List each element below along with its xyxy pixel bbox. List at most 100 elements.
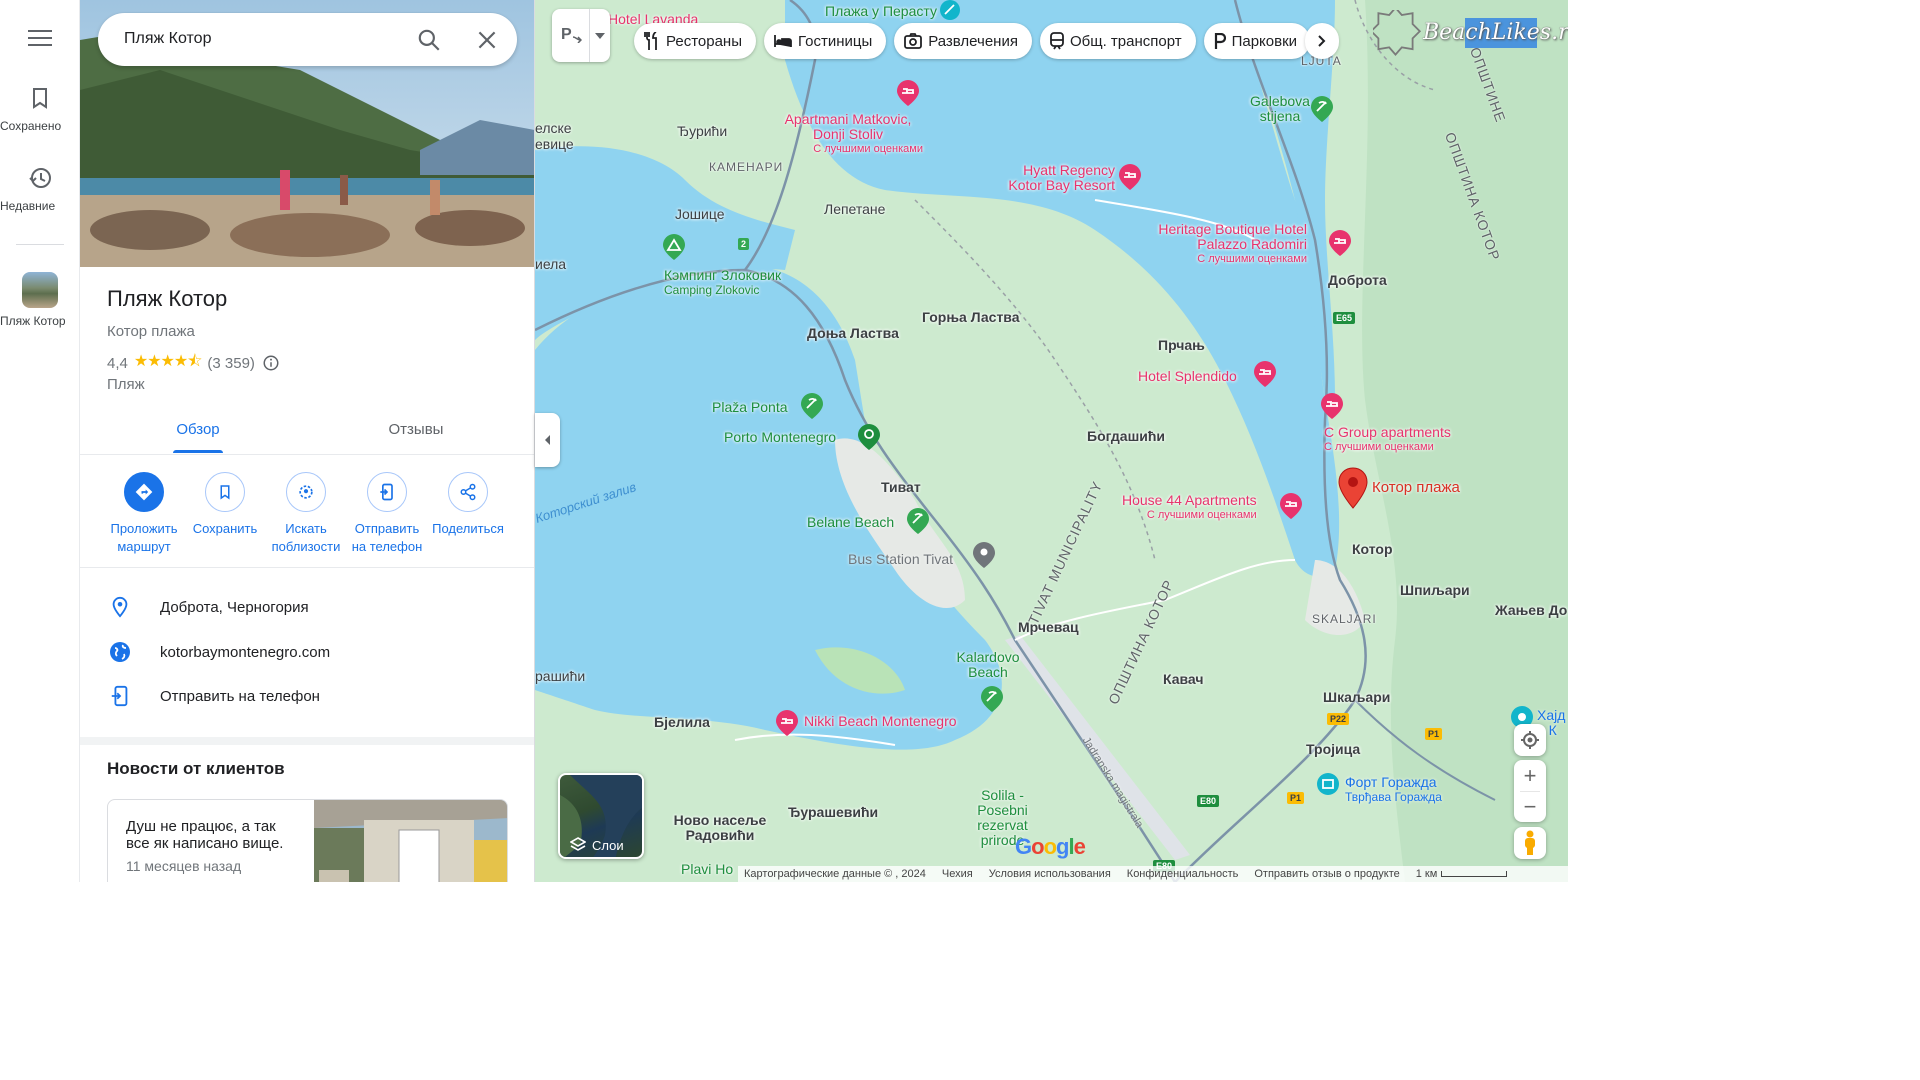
send-to-phone-row[interactable]: Отправить на телефон [107, 682, 320, 710]
footer-terms-link[interactable]: Условия использования [989, 868, 1111, 880]
layers-label-wrap: Слои [570, 837, 624, 853]
place-category[interactable]: Пляж [107, 376, 145, 393]
route-mode-label: Р [561, 26, 572, 43]
poi-bus-station-tivat[interactable]: Bus Station Tivat [848, 551, 953, 567]
poi-palazzo-radomiri[interactable]: Heritage Boutique Hotel Palazzo Radomiri… [1157, 222, 1307, 267]
directions-button[interactable]: Проложить маршрут [104, 472, 184, 556]
chip-parking[interactable]: Парковки [1203, 23, 1310, 59]
chip-restaurants[interactable]: Рестораны [634, 23, 756, 59]
poi-camping-zlokovic[interactable]: Кэмпинг Злоковик Camping Zlokovic [664, 268, 781, 298]
beach-pin-icon[interactable] [938, 0, 962, 24]
hotel-pin-icon[interactable] [1118, 163, 1142, 191]
close-icon[interactable] [474, 27, 500, 53]
town-cut-2: иела [535, 256, 567, 272]
camping-pin-icon[interactable] [662, 233, 686, 261]
selected-place-label[interactable]: Котор плажа [1372, 479, 1460, 496]
layers-button[interactable]: Слои [558, 773, 644, 859]
town-donja-lastva: Доња Ластва [807, 325, 899, 341]
tab-overview[interactable]: Обзор [84, 409, 312, 455]
road-shield: P1 [1425, 728, 1443, 740]
marina-pin-icon[interactable] [857, 423, 881, 451]
rating-row: 4,4 ★★★★⯪ (3 359) [107, 353, 280, 373]
poi-camping-sub: Camping Zlokovic [664, 283, 760, 297]
recent-place-item[interactable]: Пляж Котор [0, 272, 80, 328]
layers-icon [570, 837, 586, 851]
poi-nikki-beach[interactable]: Nikki Beach Montenegro [804, 714, 957, 729]
save-button[interactable]: Сохранить [185, 472, 265, 538]
chip-entertainment[interactable]: Развлечения [894, 23, 1032, 59]
hotel-pin-icon[interactable] [1320, 392, 1344, 420]
town-cut-1: елске евице [535, 120, 574, 152]
town-lepetane: Лепетане [824, 201, 886, 217]
share-label: Поделиться [432, 521, 504, 536]
saved-button[interactable]: Сохранено [0, 86, 80, 133]
beach-pin-icon[interactable] [906, 507, 930, 535]
poi-belane-beach[interactable]: Belane Beach [807, 515, 894, 530]
poi-hyatt-regency[interactable]: Hyatt Regency Kotor Bay Resort [995, 163, 1115, 193]
tab-reviews[interactable]: Отзывы [302, 409, 530, 455]
footer-country-link[interactable]: Чехия [942, 868, 973, 880]
chip-hotels[interactable]: Гостиницы [763, 23, 887, 59]
beach-pin-icon[interactable] [800, 392, 824, 420]
bus-station-pin-icon[interactable] [972, 541, 996, 569]
news-card-photo [314, 800, 507, 882]
town-bogdasici: Богдашићи [1087, 428, 1166, 444]
poi-kalardovo-beach[interactable]: Kalardovo Beach [953, 650, 1023, 680]
hotel-pin-icon[interactable] [1328, 229, 1352, 257]
poi-house-44-name: House 44 Apartments [1122, 492, 1257, 508]
zoom-out-button[interactable]: − [1514, 791, 1546, 822]
info-icon[interactable] [262, 354, 280, 372]
beach-pin-icon[interactable] [1310, 95, 1334, 123]
address-row[interactable]: Доброта, Черногория [107, 593, 309, 621]
chevron-down-icon[interactable] [595, 33, 605, 39]
reviews-count[interactable]: (3 359) [207, 355, 255, 372]
poi-galebova-stijena[interactable]: Galebova stijena [1240, 94, 1320, 124]
zoom-in-button[interactable]: + [1514, 760, 1546, 791]
hotel-pin-icon[interactable] [1279, 492, 1303, 520]
beach-pin-icon[interactable] [980, 685, 1004, 713]
chips-scroll-right-button[interactable] [1305, 23, 1339, 59]
poi-hotel-splendido[interactable]: Hotel Splendido [1138, 369, 1237, 384]
train-icon [1050, 32, 1064, 50]
poi-apartmani-matkovic[interactable]: Apartmani Matkovic, Donji Stoliv С лучши… [773, 112, 923, 157]
news-card-text: Душ не працює, а так все як написано вищ… [126, 818, 284, 852]
search-input[interactable] [124, 26, 404, 52]
selected-place-pin-icon[interactable] [1338, 467, 1368, 509]
hotel-pin-icon[interactable] [1253, 360, 1277, 388]
collapse-panel-button[interactable] [535, 413, 560, 467]
directions-label: Проложить маршрут [110, 521, 178, 554]
share-button[interactable]: Поделиться [428, 472, 508, 538]
send-to-phone-button[interactable]: Отправить на телефон [347, 472, 427, 556]
chip-transit[interactable]: Общ. транспорт [1039, 23, 1196, 59]
website-row[interactable]: kotorbaymontenegro.com [107, 638, 330, 666]
poi-perast-beach[interactable]: Плажа у Перасту [825, 4, 937, 19]
road-shield: 2 [738, 238, 750, 250]
nearby-button[interactable]: Искать поблизости [266, 472, 346, 556]
chip-transit-label: Общ. транспорт [1069, 32, 1182, 50]
footer-feedback-link[interactable]: Отправить отзыв о продукте [1254, 868, 1399, 880]
my-location-button[interactable] [1514, 724, 1546, 756]
poi-plaza-ponta[interactable]: Plaža Ponta [712, 400, 788, 415]
poi-camping-name: Кэмпинг Злоковик [664, 267, 782, 283]
news-card[interactable]: Душ не працює, а так все як написано вищ… [107, 799, 508, 882]
poi-house-44-sub: С лучшими оценками [1146, 509, 1257, 521]
fort-pin-icon[interactable] [1316, 772, 1340, 796]
hotel-pin-icon[interactable] [896, 79, 920, 107]
poi-c-group-name: C Group apartments [1324, 424, 1451, 440]
map-scale[interactable]: 1 км [1416, 868, 1508, 880]
poi-fort-gorazda[interactable]: Форт Горажда Тврђава Горажда [1345, 775, 1442, 805]
route-mode-button[interactable]: Р [552, 9, 610, 62]
search-icon[interactable] [416, 27, 442, 53]
map-canvas[interactable]: Hotel Lavanda Плажа у Перасту LJUTA елск… [535, 0, 1568, 882]
send-to-phone-label: Отправить на телефон [351, 521, 423, 554]
poi-house-44[interactable]: House 44 Apartments С лучшими оценками [1122, 493, 1257, 523]
hotel-pin-icon[interactable] [775, 709, 799, 737]
poi-porto-montenegro[interactable]: Porto Montenegro [724, 430, 836, 445]
poi-c-group-apartments[interactable]: C Group apartments С лучшими оценками [1324, 425, 1451, 455]
menu-icon[interactable] [28, 30, 52, 50]
footer-privacy-link[interactable]: Конфиденциальность [1127, 868, 1239, 880]
pegman-icon [1525, 830, 1535, 855]
street-view-button[interactable] [1514, 827, 1546, 859]
recent-button[interactable]: Недавние [0, 166, 80, 213]
poi-plavi-horizonti-cut[interactable]: Plavi Ho [681, 862, 733, 877]
